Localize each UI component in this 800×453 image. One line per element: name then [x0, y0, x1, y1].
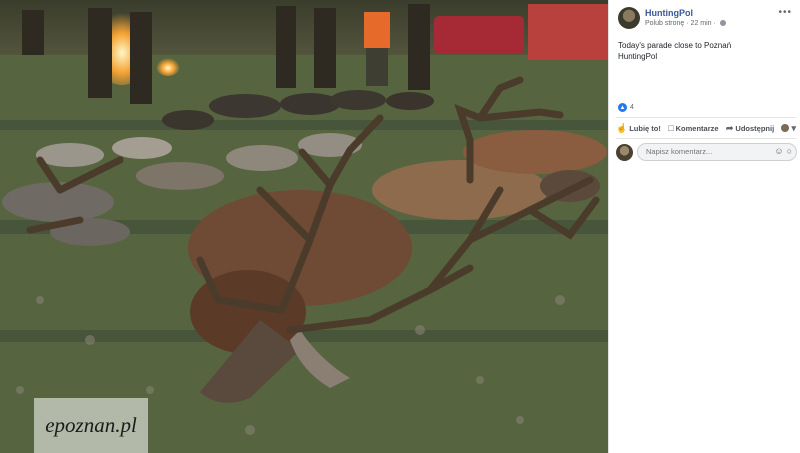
caret-down-icon: ▾ — [791, 122, 796, 133]
post-timestamp[interactable]: 22 min — [691, 20, 712, 27]
meta-separator: · — [713, 20, 718, 27]
like-reaction-icon: ▲ — [618, 103, 627, 112]
comment-box[interactable]: ☺ ○ — [637, 143, 797, 161]
page-name-link[interactable]: HuntingPol — [645, 8, 693, 18]
thumbs-up-icon: ☝ — [616, 122, 628, 133]
post-meta: Polub stronę · 22 min · — [645, 20, 726, 27]
post-header: HuntingPol Polub stronę · 22 min · ••• — [618, 7, 794, 31]
comment-label: Komentarze — [675, 123, 719, 133]
like-button[interactable]: ☝ Lubię to! — [616, 123, 661, 134]
speech-bubble-icon: □ — [668, 123, 674, 133]
reaction-summary[interactable]: ▲ 4 — [618, 103, 634, 112]
camera-icon[interactable]: ○ — [787, 146, 792, 156]
share-as-selector[interactable]: ▾ — [781, 123, 796, 134]
post-text: Today's parade close to Poznań HuntingPo… — [618, 40, 794, 62]
photo-watermark: epoznan.pl — [34, 398, 148, 453]
like-label: Lubię to! — [629, 123, 661, 133]
comment-input[interactable] — [646, 147, 764, 156]
comment-tools: ☺ ○ — [774, 146, 792, 156]
post-action-bar: ☝ Lubię to! □ Komentarze ➦ Udostępnij ▾ — [616, 117, 796, 139]
post-options-button[interactable]: ••• — [778, 7, 792, 18]
user-avatar — [616, 144, 633, 161]
emoji-icon[interactable]: ☺ — [774, 146, 783, 156]
post-sidebar: HuntingPol Polub stronę · 22 min · ••• T… — [608, 0, 800, 453]
hunting-scene-image — [0, 0, 608, 453]
post-photo[interactable]: epoznan.pl — [0, 0, 608, 453]
comment-composer: ☺ ○ — [616, 143, 799, 163]
watermark-text: epoznan.pl — [45, 413, 137, 437]
post-text-line: Today's parade close to Poznań — [618, 41, 732, 50]
comment-button[interactable]: □ Komentarze — [668, 123, 718, 133]
share-arrow-icon: ➦ — [725, 122, 734, 133]
like-page-link[interactable]: Polub stronę — [645, 20, 684, 27]
user-avatar-small — [781, 124, 790, 132]
share-button[interactable]: ➦ Udostępnij — [726, 123, 774, 134]
globe-icon — [719, 20, 726, 27]
post-text-line: HuntingPol — [618, 52, 658, 61]
reaction-count: 4 — [630, 104, 634, 111]
page-avatar[interactable] — [618, 7, 640, 29]
share-label: Udostępnij — [735, 123, 775, 133]
